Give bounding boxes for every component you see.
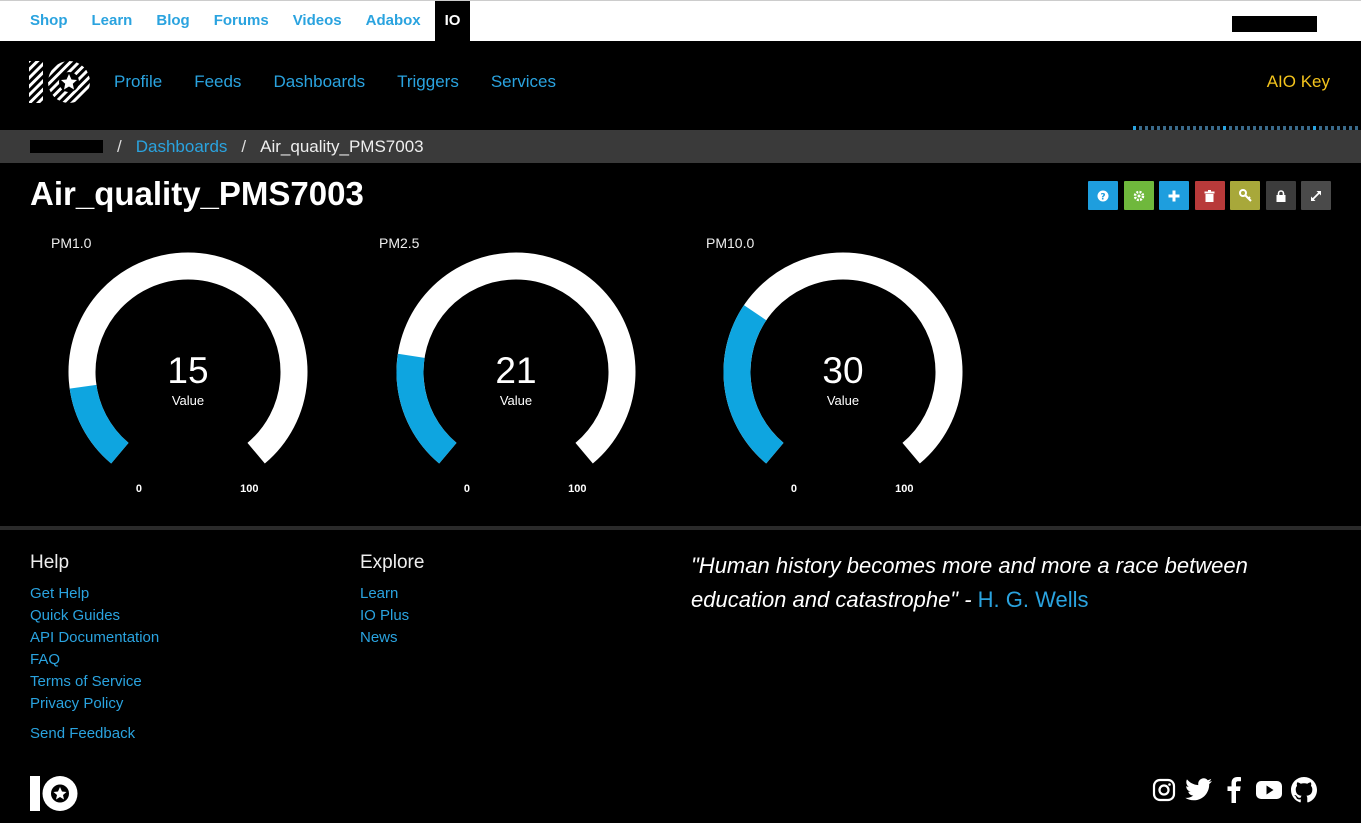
- footer-explore: Explore Learn IO Plus News: [360, 552, 424, 649]
- gauge-value: 21: [495, 350, 537, 391]
- expand-icon: [1311, 190, 1321, 201]
- top-link-io[interactable]: IO: [434, 1, 471, 42]
- footer-help-heading: Help: [30, 552, 70, 573]
- footer-link-api-docs[interactable]: API Documentation: [30, 627, 159, 649]
- youtube-icon[interactable]: [1255, 776, 1283, 804]
- facebook-icon[interactable]: [1220, 776, 1248, 804]
- breadcrumb-user-redacted[interactable]: [30, 140, 103, 153]
- breadcrumb-dashboards[interactable]: Dashboards: [136, 137, 228, 157]
- top-link-forums[interactable]: Forums: [202, 1, 281, 42]
- footer-quote: "Human history becomes more and more a r…: [691, 549, 1331, 617]
- breadcrumb-separator: /: [117, 136, 122, 156]
- footer-link-privacy[interactable]: Privacy Policy: [30, 693, 159, 715]
- nav-triggers[interactable]: Triggers: [381, 41, 475, 126]
- footer-help: Help Get Help Quick Guides API Documenta…: [30, 552, 159, 745]
- gauge-min: 0: [463, 483, 470, 495]
- gauge-block[interactable]: PM1.0 15 Value 0 100: [38, 230, 338, 510]
- footer-divider: [0, 526, 1361, 530]
- plus-icon: [1168, 190, 1180, 201]
- add-block-button[interactable]: [1159, 181, 1189, 210]
- top-links: Shop Learn Blog Forums Videos Adabox IO: [18, 1, 471, 42]
- gear-icon: [1133, 190, 1144, 201]
- footer-link-quick-guides[interactable]: Quick Guides: [30, 605, 159, 627]
- lock-button[interactable]: [1265, 181, 1296, 210]
- gauge-max: 100: [568, 483, 587, 495]
- io-nav: Profile Feeds Dashboards Triggers Servic…: [0, 41, 1361, 126]
- gauge-label: PM2.5: [379, 235, 420, 251]
- top-bar: Shop Learn Blog Forums Videos Adabox IO: [0, 0, 1361, 42]
- footer-link-terms[interactable]: Terms of Service: [30, 671, 159, 693]
- gauge-label: PM1.0: [51, 235, 92, 251]
- footer-link-learn[interactable]: Learn: [360, 583, 424, 605]
- gauge-value: 30: [822, 350, 864, 391]
- gauge-block[interactable]: PM2.5 21 Value 0 100: [366, 230, 666, 510]
- top-link-videos[interactable]: Videos: [281, 1, 354, 42]
- breadcrumb-bar: / Dashboards / Air_quality_PMS7003: [0, 130, 1361, 163]
- gauge-min: 0: [790, 483, 797, 495]
- gauge-caption: Value: [499, 393, 533, 408]
- gauge-max: 100: [895, 483, 914, 495]
- top-link-blog[interactable]: Blog: [144, 1, 201, 42]
- gauge-label: PM10.0: [706, 235, 755, 251]
- footer-link-io-plus[interactable]: IO Plus: [360, 605, 424, 627]
- footer-link-news[interactable]: News: [360, 627, 424, 649]
- gauge-value: 15: [167, 350, 209, 391]
- gauge-block[interactable]: PM10.0 30 Value 0 100: [693, 230, 993, 510]
- page-title: Air_quality_PMS7003: [30, 175, 364, 212]
- nav-feeds[interactable]: Feeds: [178, 41, 257, 126]
- io-menu: Profile Feeds Dashboards Triggers Servic…: [98, 41, 572, 126]
- gauge-caption: Value: [171, 393, 205, 408]
- nav-profile[interactable]: Profile: [98, 41, 178, 126]
- fullscreen-button[interactable]: [1301, 181, 1331, 210]
- nav-services[interactable]: Services: [475, 41, 572, 126]
- breadcrumb: / Dashboards / Air_quality_PMS7003: [30, 130, 424, 163]
- gauge-caption: Value: [826, 393, 860, 408]
- dashboard-toolbar: ?: [1088, 181, 1337, 210]
- lock-icon: [1276, 189, 1285, 202]
- top-link-adabox[interactable]: Adabox: [354, 1, 433, 42]
- breadcrumb-current: Air_quality_PMS7003: [260, 136, 424, 156]
- instagram-icon[interactable]: [1150, 776, 1178, 804]
- help-icon: ?: [1097, 190, 1109, 202]
- redacted-user-name[interactable]: [1232, 16, 1317, 32]
- help-button[interactable]: ?: [1088, 181, 1118, 210]
- github-icon[interactable]: [1290, 776, 1318, 804]
- footer-explore-heading: Explore: [360, 552, 425, 573]
- svg-text:?: ?: [1100, 192, 1105, 202]
- quote-author-link[interactable]: H. G. Wells: [978, 587, 1089, 612]
- trash-icon: [1204, 189, 1215, 202]
- footer-link-send-feedback[interactable]: Send Feedback: [30, 723, 159, 745]
- gauge-min: 0: [135, 483, 142, 495]
- quote-text: "Human history becomes more and more a r…: [691, 553, 1248, 612]
- footer-link-faq[interactable]: FAQ: [30, 649, 159, 671]
- io-logo[interactable]: [29, 59, 91, 105]
- top-link-learn[interactable]: Learn: [80, 1, 145, 42]
- delete-button[interactable]: [1194, 181, 1225, 210]
- breadcrumb-separator: /: [241, 136, 247, 156]
- footer-link-get-help[interactable]: Get Help: [30, 583, 159, 605]
- aio-key-link[interactable]: AIO Key: [1267, 41, 1330, 122]
- key-icon: [1238, 189, 1252, 202]
- footer-io-logo[interactable]: [30, 775, 78, 812]
- privacy-key-button[interactable]: [1230, 181, 1260, 210]
- settings-button[interactable]: [1123, 181, 1154, 210]
- gauge-max: 100: [240, 483, 259, 495]
- social-links: [1150, 776, 1325, 804]
- twitter-icon[interactable]: [1185, 776, 1213, 804]
- top-link-shop[interactable]: Shop: [18, 1, 80, 42]
- nav-dashboards[interactable]: Dashboards: [257, 41, 381, 126]
